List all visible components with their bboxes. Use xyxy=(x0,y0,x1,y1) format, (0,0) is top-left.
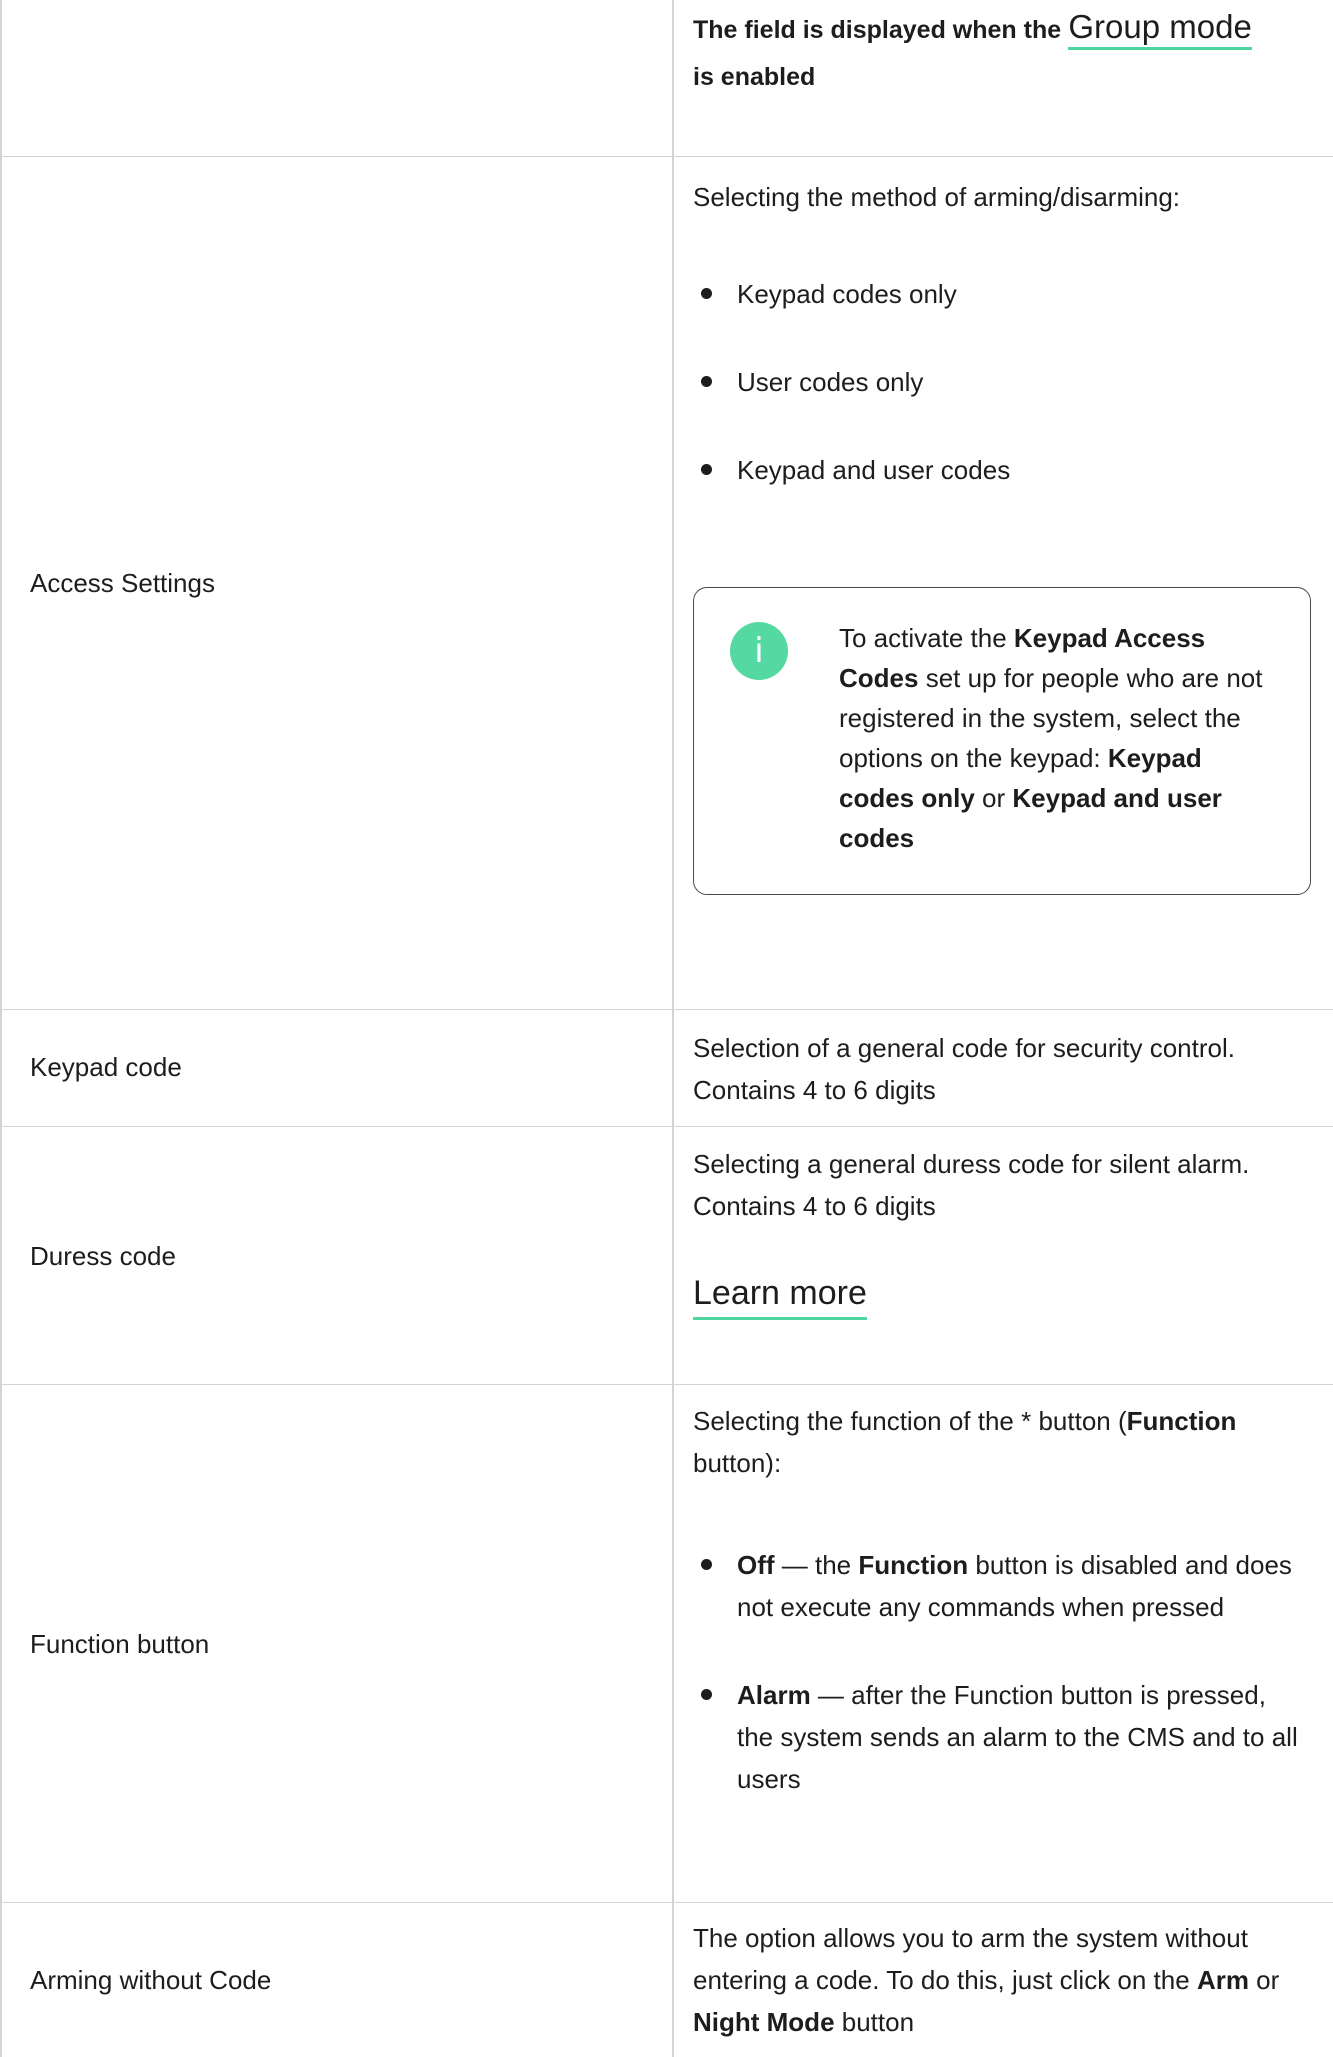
row-label-arming-without-code: Arming without Code xyxy=(30,1965,272,1995)
group-mode-note: The field is displayed when the Group mo… xyxy=(693,4,1303,100)
info-note-text: To activate the Keypad Access Codes set … xyxy=(839,623,1263,853)
arming-without-code-description: The option allows you to arm the system … xyxy=(693,1923,1280,2037)
row-label-keypad-code: Keypad code xyxy=(30,1052,182,1082)
group-mode-link[interactable]: Group mode xyxy=(1068,8,1252,50)
function-options-list: Off — the Function button is disabled an… xyxy=(693,1544,1303,1800)
row-label-function-button: Function button xyxy=(30,1629,210,1659)
info-note-box: i To activate the Keypad Access Codes se… xyxy=(693,587,1311,895)
duress-code-description: Selecting a general duress code for sile… xyxy=(693,1149,1250,1221)
group-mode-note-text: The field is displayed when the xyxy=(693,16,1062,44)
list-item: Keypad and user codes xyxy=(693,449,1303,491)
access-options-list: Keypad codes only User codes only Keypad… xyxy=(693,273,1303,491)
keypad-code-description: Selection of a general code for security… xyxy=(693,1033,1235,1105)
row-label-access-settings: Access Settings xyxy=(30,568,215,598)
list-item: Off — the Function button is disabled an… xyxy=(693,1544,1303,1628)
access-settings-intro: Selecting the method of arming/disarming… xyxy=(693,182,1181,212)
function-button-intro: Selecting the function of the * button (… xyxy=(693,1406,1237,1478)
list-item: Keypad codes only xyxy=(693,273,1303,315)
row-label-duress-code: Duress code xyxy=(30,1241,176,1271)
group-mode-note-text-2: is enabled xyxy=(693,63,816,91)
list-item: Alarm — after the Function button is pre… xyxy=(693,1674,1303,1800)
info-icon: i xyxy=(730,622,788,680)
learn-more-link[interactable]: Learn more xyxy=(693,1271,867,1320)
list-item: User codes only xyxy=(693,361,1303,403)
